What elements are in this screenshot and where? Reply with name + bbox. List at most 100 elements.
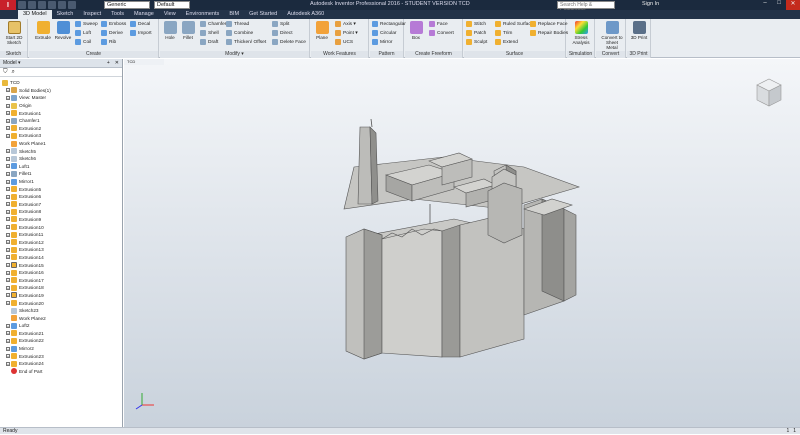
viewcube-icon[interactable] xyxy=(756,78,782,107)
tree-node[interactable]: + Extrusion13 xyxy=(2,246,120,254)
style-select[interactable]: Generic xyxy=(104,1,150,9)
tree-node[interactable]: + Fillet1 xyxy=(2,170,120,178)
axis-button[interactable]: Axis ▾ xyxy=(335,20,356,28)
chamfer-button[interactable]: Chamfer xyxy=(200,20,226,28)
expand-icon[interactable]: + xyxy=(6,285,10,290)
tab-bim[interactable]: BIM xyxy=(224,10,244,19)
expand-icon[interactable]: + xyxy=(6,338,10,343)
tree-node[interactable]: TCD xyxy=(2,79,120,87)
revolve-button[interactable]: Revolve xyxy=(53,21,73,40)
tree-node[interactable]: + Mirror1 xyxy=(2,178,120,186)
tree-node[interactable]: + Sketch6 xyxy=(2,155,120,163)
tree-node[interactable]: Work Plane1 xyxy=(2,140,120,148)
tree-node[interactable]: Sketch23 xyxy=(2,307,120,315)
tree-node[interactable]: + Extrusion9 xyxy=(2,216,120,224)
undo-icon[interactable] xyxy=(48,1,56,9)
appearance-select[interactable]: Default xyxy=(154,1,190,9)
face-button[interactable]: Face xyxy=(429,20,448,28)
3d-print-button[interactable]: 3D Print xyxy=(629,21,649,40)
point-button[interactable]: Point ▾ xyxy=(335,29,358,37)
shell-button[interactable]: Shell xyxy=(200,29,219,37)
expand-icon[interactable]: + xyxy=(6,225,10,230)
expand-icon[interactable]: + xyxy=(6,209,10,214)
patch-button[interactable]: Patch xyxy=(466,29,486,37)
tree-node[interactable]: + Extrusion16 xyxy=(2,269,120,277)
tree-node[interactable]: + Extrusion18 xyxy=(2,284,120,292)
expand-icon[interactable]: + xyxy=(6,111,10,116)
fillet-button[interactable]: Fillet xyxy=(178,21,198,40)
thread-button[interactable]: Thread xyxy=(226,20,249,28)
expand-icon[interactable]: + xyxy=(6,323,10,328)
filter-icon[interactable]: ⛉ xyxy=(3,69,8,76)
expand-icon[interactable]: + xyxy=(6,346,10,351)
rib-button[interactable]: Rib xyxy=(101,38,116,46)
tree-node[interactable]: End of Part xyxy=(2,368,120,376)
rectangular-button[interactable]: Rectangular xyxy=(372,20,406,28)
tree-node[interactable]: + Extrusion8 xyxy=(2,208,120,216)
tree-node[interactable]: + Sketch5 xyxy=(2,147,120,155)
convert-freeform-button[interactable]: Convert xyxy=(429,29,454,37)
expand-icon[interactable]: + xyxy=(6,133,10,138)
tab-environments[interactable]: Environments xyxy=(181,10,225,19)
tab-get-started[interactable]: Get Started xyxy=(244,10,282,19)
tree-node[interactable]: + Extrusion2 xyxy=(2,125,120,133)
browser-title[interactable]: Model ▾ xyxy=(3,60,21,66)
thicken-button[interactable]: Thicken/ Offset xyxy=(226,38,266,46)
direct-button[interactable]: Direct xyxy=(272,29,293,37)
sweep-button[interactable]: Sweep xyxy=(75,20,98,28)
tree-node[interactable]: + Extrusion11 xyxy=(2,231,120,239)
tree-node[interactable]: + Solid Bodies(1) xyxy=(2,87,120,95)
tree-node[interactable]: + View: Master xyxy=(2,94,120,102)
extrude-button[interactable]: Extrude xyxy=(33,21,53,40)
combine-button[interactable]: Combine xyxy=(226,29,253,37)
tab-a360[interactable]: Autodesk A360 xyxy=(282,10,329,19)
expand-icon[interactable]: + xyxy=(6,194,10,199)
tab-tools[interactable]: Tools xyxy=(106,10,129,19)
expand-icon[interactable]: + xyxy=(6,331,10,336)
tree-node[interactable]: + Extrusion17 xyxy=(2,276,120,284)
tree-node[interactable]: Work Plane2 xyxy=(2,314,120,322)
expand-icon[interactable]: + xyxy=(6,301,10,306)
open-icon[interactable] xyxy=(28,1,36,9)
tab-manage[interactable]: Manage xyxy=(129,10,159,19)
tree-node[interactable]: + Extrusion5 xyxy=(2,185,120,193)
expand-icon[interactable]: + xyxy=(6,361,10,366)
tree-node[interactable]: + Extrusion19 xyxy=(2,292,120,300)
tree-node[interactable]: + Loft1 xyxy=(2,163,120,171)
maximize-button[interactable]: □ xyxy=(772,0,786,10)
decal-button[interactable]: Decal xyxy=(130,20,150,28)
expand-icon[interactable]: + xyxy=(6,354,10,359)
expand-icon[interactable]: + xyxy=(6,179,10,184)
tab-view[interactable]: View xyxy=(159,10,181,19)
expand-icon[interactable]: + xyxy=(6,202,10,207)
import-button[interactable]: Import xyxy=(130,29,152,37)
expand-icon[interactable]: + xyxy=(6,164,10,169)
expand-icon[interactable]: + xyxy=(6,156,10,161)
expand-icon[interactable]: + xyxy=(6,126,10,131)
convert-sheet-metal-button[interactable]: Convert to Sheet Metal xyxy=(601,21,623,50)
save-icon[interactable] xyxy=(38,1,46,9)
replace-face-button[interactable]: Replace Face xyxy=(530,20,568,28)
expand-icon[interactable]: + xyxy=(6,232,10,237)
tree-node[interactable]: + Extrusion22 xyxy=(2,337,120,345)
ruled-surface-button[interactable]: Ruled Surface xyxy=(495,20,533,28)
coil-button[interactable]: Coil xyxy=(75,38,91,46)
extend-button[interactable]: Extend xyxy=(495,38,518,46)
split-button[interactable]: Split xyxy=(272,20,289,28)
circular-button[interactable]: Circular xyxy=(372,29,397,37)
expand-icon[interactable]: + xyxy=(6,95,10,100)
plane-button[interactable]: Plane xyxy=(312,21,332,40)
tab-inspect[interactable]: Inspect xyxy=(78,10,106,19)
mirror-button[interactable]: Mirror xyxy=(372,38,393,46)
expand-icon[interactable]: + xyxy=(6,263,10,268)
close-browser-button[interactable]: ✕ xyxy=(115,60,119,66)
castle-model[interactable] xyxy=(124,59,800,427)
trim-button[interactable]: Trim xyxy=(495,29,512,37)
expand-icon[interactable]: + xyxy=(6,118,10,123)
tree-node[interactable]: + Extrusion7 xyxy=(2,201,120,209)
tree-node[interactable]: + Extrusion24 xyxy=(2,360,120,368)
add-browser-button[interactable]: + xyxy=(107,60,110,66)
app-menu-button[interactable]: I xyxy=(0,0,16,10)
tab-3d-model[interactable]: 3D Model xyxy=(18,10,52,19)
expand-icon[interactable]: + xyxy=(6,293,10,298)
